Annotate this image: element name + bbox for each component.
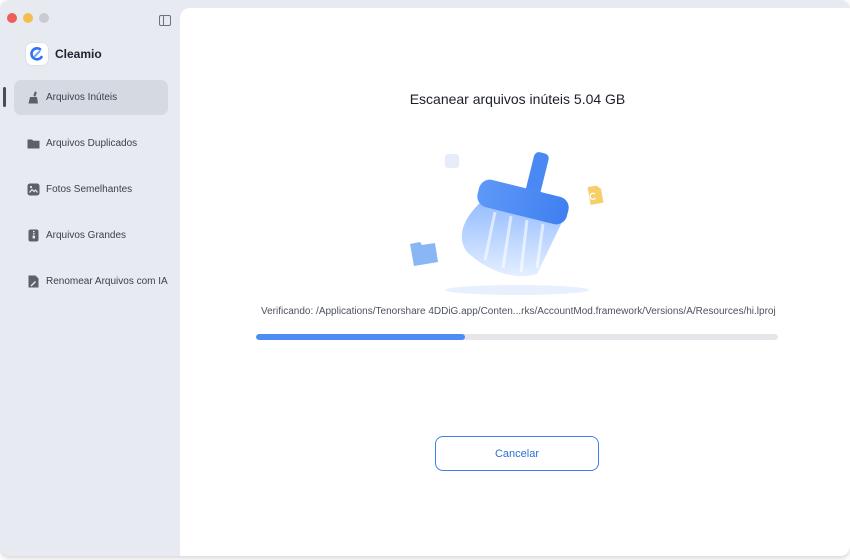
sidebar-item-label: Arquivos Inúteis bbox=[46, 92, 118, 103]
brand-name: Cleamio bbox=[55, 47, 102, 61]
sidebar-toggle-icon[interactable] bbox=[159, 15, 171, 26]
folder-icon bbox=[27, 137, 40, 150]
photo-icon bbox=[27, 183, 40, 196]
sidebar: Cleamio Arquivos Inúteis Arquivos Duplic… bbox=[0, 0, 180, 556]
sidebar-item-arquivos-inuteis[interactable]: Arquivos Inúteis bbox=[14, 80, 168, 115]
ai-file-icon bbox=[27, 275, 40, 288]
scan-title: Escanear arquivos inúteis 5.04 GB bbox=[180, 91, 850, 107]
active-indicator bbox=[3, 87, 6, 107]
scan-title-text: Escanear arquivos inúteis bbox=[409, 91, 571, 107]
window-controls bbox=[7, 13, 49, 23]
close-button[interactable] bbox=[7, 13, 17, 23]
scan-progress-fill bbox=[256, 334, 465, 340]
sidebar-item-arquivos-duplicados[interactable]: Arquivos Duplicados bbox=[14, 126, 168, 161]
broom-illustration bbox=[405, 140, 649, 300]
sidebar-nav: Arquivos Inúteis Arquivos Duplicados Fot… bbox=[14, 80, 168, 310]
maximize-button[interactable] bbox=[39, 13, 49, 23]
scan-size: 5.04 GB bbox=[573, 91, 626, 107]
sidebar-item-label: Fotos Semelhantes bbox=[46, 184, 133, 195]
sidebar-item-fotos-semelhantes[interactable]: Fotos Semelhantes bbox=[14, 172, 168, 207]
sidebar-item-label: Arquivos Duplicados bbox=[46, 138, 138, 149]
scan-progress-bar bbox=[256, 334, 778, 340]
app-window: Cleamio Arquivos Inúteis Arquivos Duplic… bbox=[0, 0, 850, 556]
scan-path-status: Verificando: /Applications/Tenorshare 4D… bbox=[261, 306, 776, 317]
sidebar-item-renomear-arquivos[interactable]: Renomear Arquivos com IA bbox=[14, 264, 168, 299]
zip-file-icon bbox=[27, 229, 40, 242]
main-panel: Escanear arquivos inúteis 5.04 GB Verifi… bbox=[180, 8, 850, 556]
sidebar-item-label: Arquivos Grandes bbox=[46, 230, 127, 241]
broom-icon bbox=[27, 91, 40, 104]
minimize-button[interactable] bbox=[23, 13, 33, 23]
sidebar-item-label: Renomear Arquivos com IA bbox=[46, 276, 168, 287]
cancel-button[interactable]: Cancelar bbox=[435, 436, 599, 471]
sidebar-item-arquivos-grandes[interactable]: Arquivos Grandes bbox=[14, 218, 168, 253]
cleamio-logo-icon bbox=[26, 43, 48, 65]
brand: Cleamio bbox=[26, 43, 102, 65]
